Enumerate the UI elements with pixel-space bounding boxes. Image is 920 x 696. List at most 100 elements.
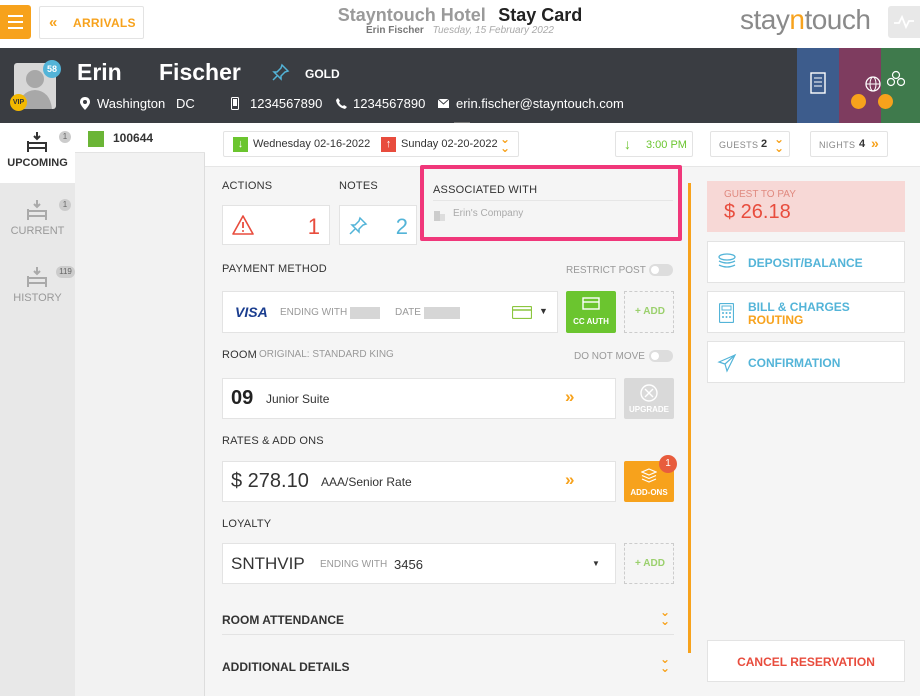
- room-key-tile[interactable]: [797, 48, 839, 123]
- restrict-post-toggle[interactable]: [649, 264, 673, 276]
- title-date: Tuesday, 15 February 2022: [432, 25, 554, 36]
- guest-last-name[interactable]: Fischer: [159, 59, 241, 86]
- deposit-balance-button[interactable]: DEPOSIT/BALANCE: [707, 241, 905, 283]
- guest-first-name[interactable]: Erin: [77, 59, 122, 86]
- web-tile[interactable]: [839, 48, 881, 123]
- activity-icon: [894, 15, 914, 29]
- guest-badge-count: 58: [43, 60, 61, 78]
- sidebar-item-current[interactable]: 1 CURRENT: [0, 191, 75, 251]
- chevron-right-double-icon: »: [565, 470, 575, 489]
- top-bar: « ARRIVALS Stayntouch Hotel Stay Card Er…: [0, 0, 920, 48]
- rate-name: AAA/Senior Rate: [321, 475, 412, 489]
- company-building-icon: [434, 211, 445, 221]
- room-number: 09: [231, 387, 254, 409]
- arrivals-button[interactable]: « ARRIVALS: [39, 6, 144, 39]
- guest-header: 58 VIP Erin Fischer GOLD Washington DC 1…: [0, 48, 920, 128]
- guest-to-pay-label: GUEST TO PAY: [724, 189, 796, 200]
- stay-card-title: Stay Card: [498, 5, 583, 25]
- actions-button[interactable]: 1: [222, 205, 330, 245]
- rates-section-label: RATES & ADD ONS: [222, 435, 324, 447]
- sidebar-history-label: HISTORY: [13, 292, 62, 304]
- reservation-list-item[interactable]: 100644: [75, 123, 205, 153]
- rate-selector[interactable]: $ 278.10 AAA/Senior Rate »: [222, 461, 616, 502]
- sidebar-current-count: 1: [59, 199, 71, 211]
- chevron-down-double-icon: ⌄ ⌄: [660, 652, 671, 675]
- associated-with-label: ASSOCIATED WITH: [433, 184, 538, 196]
- notes-button[interactable]: 2: [339, 205, 417, 245]
- phone-icon: [336, 98, 347, 109]
- card-date-label: DATE: [395, 307, 421, 318]
- loyalty-ending-label: ENDING WITH: [320, 559, 388, 570]
- cc-auth-button[interactable]: CC AUTH: [566, 291, 616, 333]
- sidebar-item-history[interactable]: 119 HISTORY: [0, 258, 75, 318]
- deposit-balance-label: DEPOSIT/BALANCE: [748, 256, 863, 270]
- page-title: Stayntouch Hotel Stay Card: [300, 5, 620, 26]
- upgrade-button[interactable]: UPGRADE: [624, 378, 674, 419]
- social-tile[interactable]: [878, 48, 920, 123]
- do-not-move-toggle[interactable]: [649, 350, 673, 362]
- additional-details-toggle[interactable]: ADDITIONAL DETAILS ⌄ ⌄: [222, 652, 674, 682]
- cc-auth-label: CC AUTH: [573, 317, 609, 326]
- room-original-type: ORIGINAL: STANDARD KING: [259, 349, 394, 360]
- building-icon: [810, 72, 826, 94]
- arrival-time-button[interactable]: ↓ 3:00 PM: [615, 131, 693, 157]
- cancel-reservation-button[interactable]: CANCEL RESERVATION: [707, 640, 905, 682]
- sidebar-current-label: CURRENT: [10, 225, 65, 237]
- hotel-name: Stayntouch Hotel: [337, 5, 486, 25]
- associated-divider: [433, 200, 673, 201]
- chevron-right-double-icon: »: [871, 135, 879, 151]
- guest-email[interactable]: erin.fischer@stayntouch.com: [456, 96, 624, 111]
- sidebar-upcoming-count: 1: [59, 131, 71, 143]
- stay-history-sidebar: 1 UPCOMING 1 CURRENT 119 HISTORY: [0, 123, 75, 696]
- room-type: Junior Suite: [266, 392, 330, 406]
- guest-mobile: 1234567890: [250, 96, 323, 111]
- scroll-indicator[interactable]: [688, 183, 691, 653]
- upgrade-label: UPGRADE: [628, 405, 669, 414]
- card-auth-icon: [582, 297, 600, 310]
- payment-card-field[interactable]: VISA ENDING WITH DATE ▼: [222, 291, 558, 333]
- pin-icon[interactable]: [271, 63, 290, 82]
- confirmation-button[interactable]: CONFIRMATION: [707, 341, 905, 383]
- add-loyalty-button[interactable]: + ADD: [624, 543, 674, 584]
- confirmation-label: CONFIRMATION: [748, 356, 841, 370]
- room-selector[interactable]: 09 Junior Suite »: [222, 378, 616, 419]
- sidebar-item-upcoming[interactable]: 1 UPCOMING: [0, 123, 75, 183]
- caret-down-icon: ▼: [539, 306, 548, 316]
- close-circle-icon: [640, 384, 658, 402]
- arrival-date: Wednesday 02-16-2022: [253, 138, 371, 150]
- calculator-icon: [719, 303, 734, 323]
- stay-dates-selector[interactable]: ↓ Wednesday 02-16-2022 ↑ Sunday 02-20-20…: [223, 131, 519, 157]
- guests-selector[interactable]: GUESTS 2 ⌄ ⌄: [710, 131, 790, 157]
- loyalty-number: 3456: [394, 557, 423, 572]
- associated-with-panel[interactable]: ASSOCIATED WITH Erin's Company: [420, 165, 682, 241]
- email-icon: [438, 99, 449, 108]
- actions-count: 1: [307, 214, 320, 239]
- location-icon: [80, 97, 90, 110]
- reservation-status-indicator: [88, 131, 104, 147]
- room-section-label: ROOM: [222, 349, 258, 361]
- mobile-icon: [231, 97, 239, 110]
- bill-charges-routing-button[interactable]: BILL & CHARGES ROUTING: [707, 291, 905, 333]
- add-payment-button[interactable]: + ADD: [624, 291, 674, 333]
- header-tiles: [797, 48, 920, 123]
- sidebar-upcoming-label: UPCOMING: [7, 157, 68, 169]
- chevron-down-double-icon: ⌄ ⌄: [660, 605, 671, 628]
- nights-selector[interactable]: NIGHTS 4 »: [810, 131, 888, 157]
- guest-state: DC: [176, 96, 195, 111]
- addons-count-badge: 1: [659, 455, 677, 473]
- activity-button[interactable]: [888, 6, 920, 38]
- menu-button[interactable]: [0, 5, 31, 39]
- chevron-down-double-icon: ⌄ ⌄: [500, 132, 511, 155]
- bed-icon: [27, 267, 47, 287]
- departure-date: Sunday 02-20-2022: [401, 138, 498, 150]
- loyalty-section-label: LOYALTY: [222, 518, 272, 530]
- bill-charges-label: BILL & CHARGES: [748, 300, 850, 314]
- arrival-time-arrow-icon: ↓: [624, 136, 631, 152]
- search-badge-icon: [878, 94, 893, 109]
- room-attendance-toggle[interactable]: ROOM ATTENDANCE ⌄ ⌄: [222, 605, 674, 635]
- card-date-redacted: [424, 307, 460, 319]
- loyalty-selector[interactable]: SNTHVIP ENDING WITH 3456 ▼: [222, 543, 616, 584]
- nights-count: 4: [859, 138, 866, 150]
- brand-logo: stayntouch: [740, 4, 871, 35]
- cancel-reservation-label: CANCEL RESERVATION: [737, 655, 875, 669]
